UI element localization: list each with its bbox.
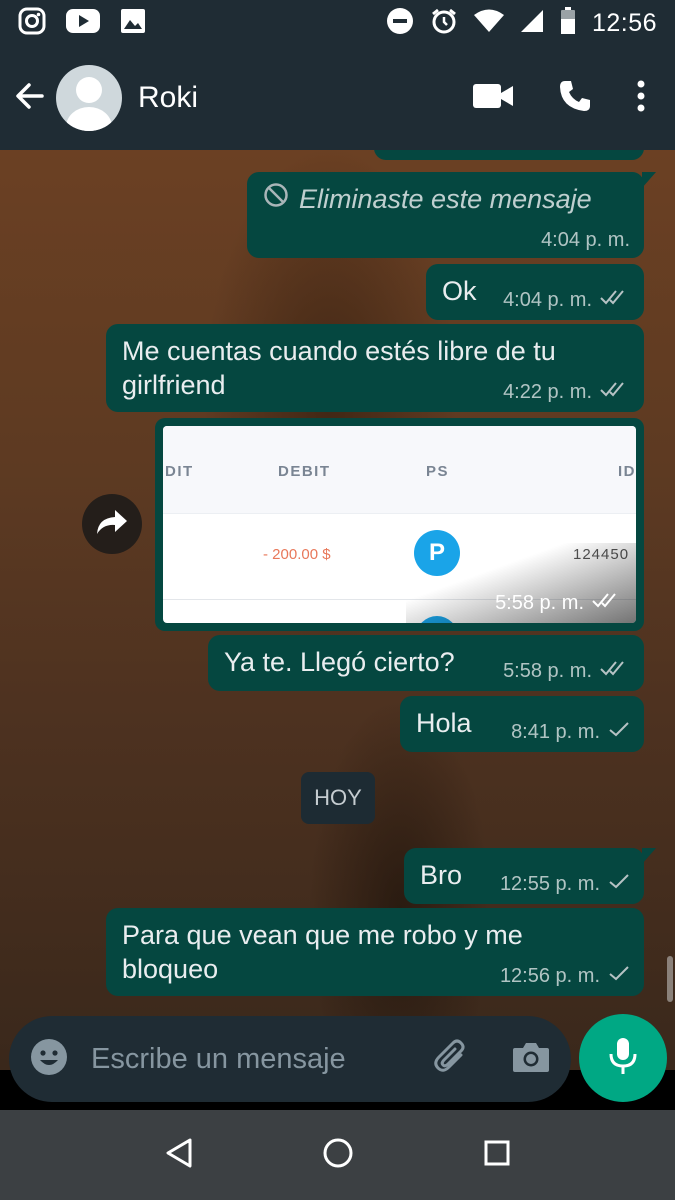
youtube-icon: [66, 8, 100, 39]
emoji-icon[interactable]: [29, 1037, 69, 1082]
nav-recents-icon[interactable]: [483, 1139, 511, 1172]
single-check-icon: [608, 720, 630, 744]
wifi-icon: [473, 9, 504, 38]
alarm-icon: [430, 7, 458, 40]
back-arrow-icon[interactable]: [12, 78, 48, 119]
scroll-indicator[interactable]: [667, 956, 673, 1002]
more-options-icon[interactable]: [637, 80, 645, 117]
message-time: 4:04 p. m.: [541, 229, 630, 251]
message-bubble[interactable]: Ok 4:04 p. m.: [426, 264, 644, 320]
message-time: 5:58 p. m.: [495, 591, 584, 614]
microphone-button[interactable]: [579, 1014, 667, 1102]
contact-name[interactable]: Roki: [138, 81, 198, 115]
status-bar: 12:56: [0, 0, 675, 46]
message-text: Eliminaste este mensaje: [299, 184, 592, 214]
forward-icon: [95, 508, 129, 541]
single-check-icon: [608, 872, 630, 896]
date-separator: HOY: [301, 772, 375, 824]
message-bubble[interactable]: Ya te. Llegó cierto? 5:58 p. m.: [208, 635, 644, 691]
video-call-icon[interactable]: [473, 83, 513, 114]
message-bubble[interactable]: Para que vean que me robo y me bloqueo 1…: [106, 908, 644, 996]
double-check-read-icon: [600, 380, 630, 404]
image-column-header: DIT: [165, 463, 194, 480]
message-bubble-deleted[interactable]: Eliminaste este mensaje 4:04 p. m.: [247, 172, 656, 258]
image-column-header: PS: [426, 463, 450, 480]
message-time: 5:58 p. m.: [503, 659, 592, 682]
message-time: 4:22 p. m.: [503, 380, 592, 403]
message-bubble-image[interactable]: DIT DEBIT PS ID - 200.00 $ P 124450 5:58…: [155, 418, 644, 631]
camera-icon[interactable]: [511, 1039, 551, 1080]
message-bubble[interactable]: Hola 8:41 p. m.: [400, 696, 644, 752]
voice-call-icon[interactable]: [557, 78, 593, 119]
signal-icon: [520, 9, 544, 38]
double-check-read-icon: [600, 659, 630, 683]
microphone-icon: [608, 1036, 638, 1081]
chat-area[interactable]: Eliminaste este mensaje 4:04 p. m. Ok 4:…: [0, 150, 675, 1070]
double-check-read-icon: [592, 591, 622, 615]
forward-button[interactable]: [82, 494, 142, 554]
image-amount: - 200.00 $: [263, 546, 331, 563]
image-column-header: DEBIT: [278, 463, 331, 480]
gallery-icon: [120, 8, 146, 39]
image-column-header: ID: [618, 463, 636, 480]
battery-icon: [560, 6, 576, 40]
message-time: 12:56 p. m.: [499, 964, 600, 987]
message-time: 8:41 p. m.: [511, 720, 600, 743]
attach-icon[interactable]: [431, 1037, 471, 1082]
message-time: 12:55 p. m.: [499, 872, 600, 895]
chat-header: Roki: [0, 46, 675, 150]
contact-avatar[interactable]: [56, 65, 122, 131]
message-time: 4:04 p. m.: [503, 288, 592, 311]
message-bubble[interactable]: Me cuentas cuando estés libre de tu girl…: [106, 324, 644, 412]
message-bubble[interactable]: Bro 12:55 p. m.: [404, 848, 656, 904]
message-input-bar[interactable]: Escribe un mensaje: [9, 1016, 571, 1102]
do-not-disturb-icon: [386, 7, 414, 40]
blocked-icon: [263, 182, 289, 216]
single-check-icon: [608, 964, 630, 988]
message-input[interactable]: Escribe un mensaje: [91, 1043, 346, 1076]
system-navigation-bar: [0, 1110, 675, 1200]
message-bubble-partial: [374, 150, 644, 160]
nav-back-icon[interactable]: [164, 1137, 194, 1174]
clock-time: 12:56: [591, 8, 657, 37]
nav-home-icon[interactable]: [322, 1137, 354, 1174]
message-image[interactable]: DIT DEBIT PS ID - 200.00 $ P 124450 5:58…: [163, 426, 636, 623]
instagram-icon: [18, 7, 46, 40]
double-check-read-icon: [600, 288, 630, 312]
